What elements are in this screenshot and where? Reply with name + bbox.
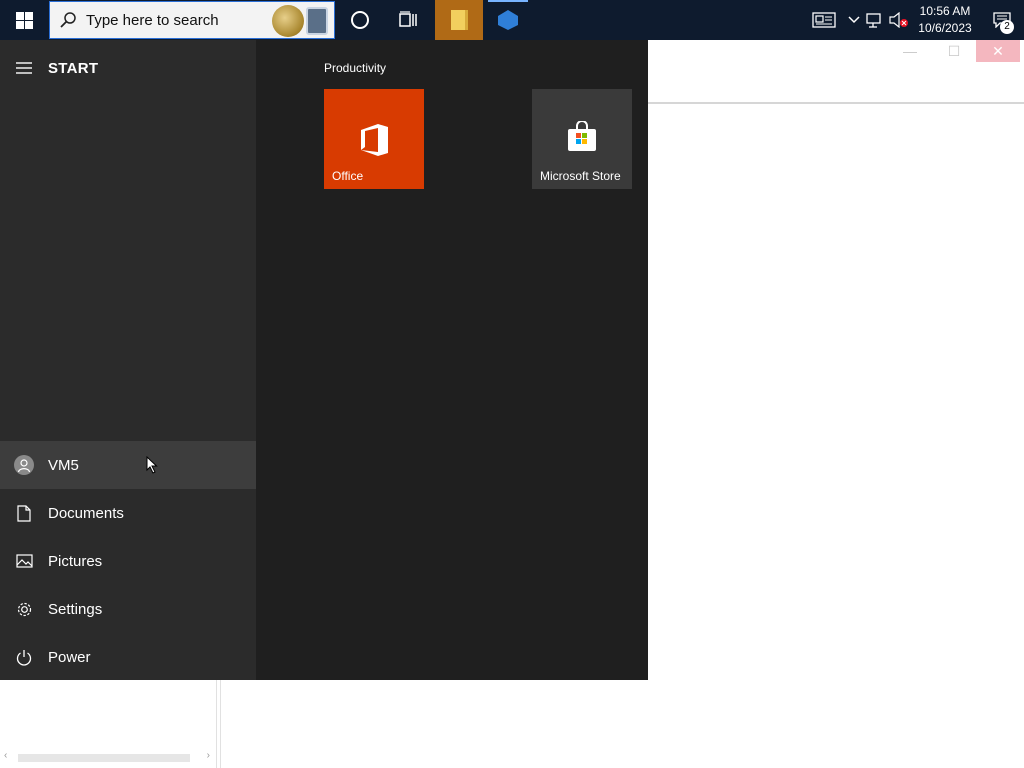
search-icon: [50, 11, 86, 29]
pictures-icon: [0, 554, 48, 568]
news-icon: [812, 12, 836, 28]
tablet-icon: [306, 7, 328, 35]
search-box[interactable]: Type here to search: [49, 1, 335, 39]
start-menu-title: START: [48, 59, 99, 77]
tile-label: Office: [332, 169, 364, 183]
system-tray: 10:56 AM 10/6/2023 2: [802, 0, 1024, 40]
start-menu: START VM5 Documents Pictures Settings Po…: [0, 40, 648, 680]
taskbar: Type here to search 10:56 AM 10/6/2023 2: [0, 0, 1024, 40]
search-highlight-image: [272, 5, 328, 37]
chevron-up-icon: [848, 16, 860, 24]
office-tile[interactable]: Office: [324, 89, 424, 189]
nav-item-label: Power: [48, 648, 91, 666]
nav-item-label: Pictures: [48, 552, 103, 570]
action-center-button[interactable]: 2: [980, 0, 1024, 40]
cortana-button[interactable]: [336, 0, 384, 40]
navigation-pane: ‹ ›: [0, 680, 217, 768]
window-minimize-button[interactable]: —: [888, 40, 932, 62]
volume-muted-icon: [889, 12, 908, 28]
mouse-cursor-icon: [146, 455, 158, 479]
clock[interactable]: 10:56 AM 10/6/2023: [910, 0, 980, 40]
window-close-button[interactable]: ✕: [976, 40, 1020, 62]
nav-item-pictures[interactable]: Pictures: [0, 537, 256, 585]
tile-label: Microsoft Store: [540, 169, 621, 183]
background-window: — ☐ ✕: [648, 40, 1024, 768]
pinned-app-taskbar-button[interactable]: [486, 0, 530, 40]
nav-item-label: Documents: [48, 504, 124, 522]
start-menu-sidebar: START VM5 Documents Pictures Settings Po…: [0, 40, 256, 680]
hamburger-menu-icon[interactable]: [0, 62, 48, 74]
user-avatar-icon: [14, 455, 34, 475]
nav-item-power[interactable]: Power: [0, 633, 256, 681]
volume-button[interactable]: [888, 0, 910, 40]
start-button[interactable]: [0, 0, 48, 40]
nav-item-label: Settings: [48, 600, 103, 618]
document-icon: [0, 504, 48, 522]
app-icon: [498, 10, 518, 30]
start-nav-list: VM5 Documents Pictures Settings Power: [0, 441, 256, 681]
cortana-circle-icon: [351, 11, 369, 29]
file-explorer-taskbar-button[interactable]: [435, 0, 483, 40]
nav-item-documents[interactable]: Documents: [0, 489, 256, 537]
gear-icon: [0, 601, 48, 618]
office-icon: [359, 123, 389, 162]
nav-item-label: VM5: [48, 456, 79, 474]
news-widget-button[interactable]: [802, 0, 846, 40]
nav-item-settings[interactable]: Settings: [0, 585, 256, 633]
scrollbar-thumb[interactable]: [18, 754, 190, 762]
active-indicator: [488, 0, 528, 2]
content-pane: [220, 680, 1024, 768]
window-maximize-button[interactable]: ☐: [932, 40, 976, 62]
show-hidden-icons-button[interactable]: [846, 0, 862, 40]
scroll-right-icon[interactable]: ›: [207, 750, 210, 761]
windows-logo-icon: [15, 11, 33, 29]
start-menu-header[interactable]: START: [0, 52, 256, 84]
task-view-icon: [399, 11, 417, 27]
tile-group-label: Productivity: [324, 61, 387, 75]
task-view-button[interactable]: [384, 0, 432, 40]
store-bag-icon: [565, 120, 599, 158]
folder-icon: [450, 10, 468, 30]
scroll-left-icon[interactable]: ‹: [4, 750, 7, 761]
notification-count-badge: 2: [1000, 20, 1014, 34]
medal-icon: [272, 5, 304, 37]
microsoft-store-tile[interactable]: Microsoft Store: [532, 89, 632, 189]
network-button[interactable]: [862, 0, 888, 40]
network-icon: [866, 13, 881, 28]
nav-item-user[interactable]: VM5: [0, 441, 256, 489]
address-bar[interactable]: [648, 84, 1024, 104]
power-icon: [0, 649, 48, 666]
search-placeholder: Type here to search: [86, 11, 219, 29]
clock-date: 10/6/2023: [918, 21, 972, 35]
horizontal-scrollbar[interactable]: ‹ ›: [0, 750, 216, 764]
clock-time: 10:56 AM: [919, 4, 971, 18]
